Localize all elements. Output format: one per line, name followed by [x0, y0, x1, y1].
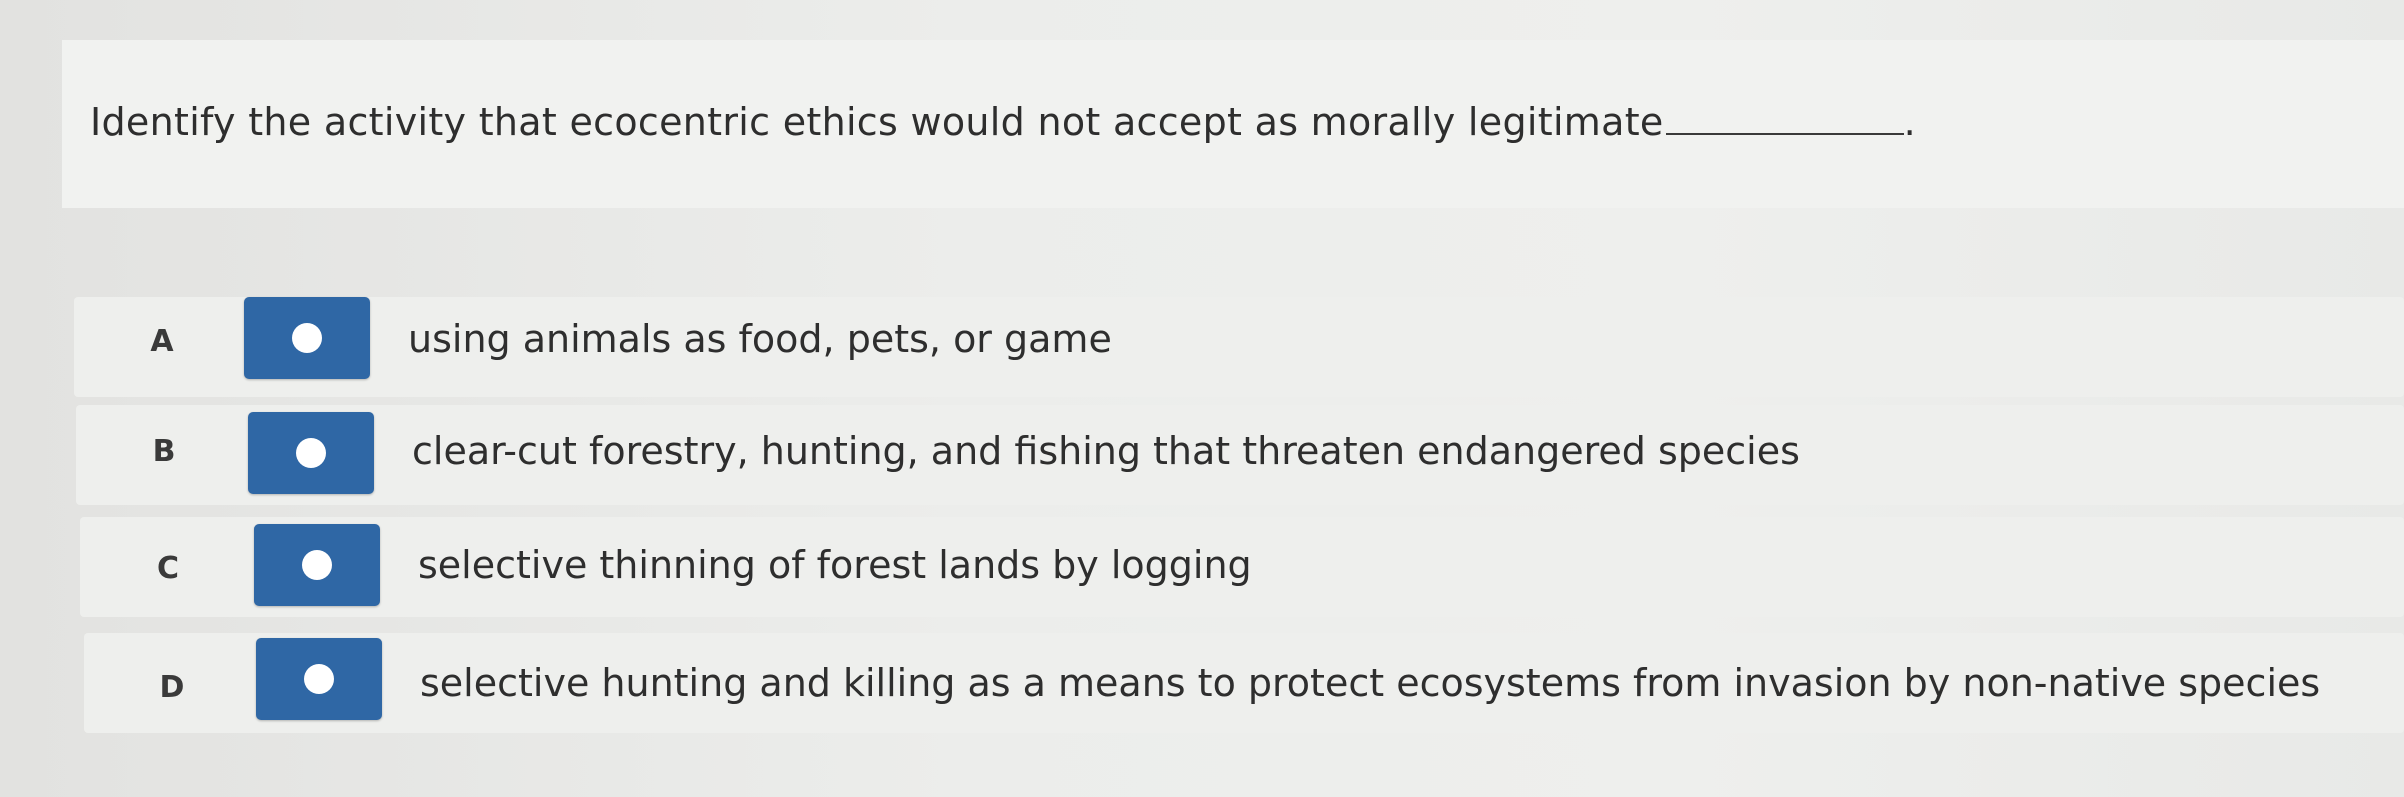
radio-circle-icon	[302, 550, 332, 580]
answer-option-b[interactable]: B clear-cut forestry, hunting, and fishi…	[76, 405, 2404, 505]
question-end-punctuation: .	[1903, 100, 1916, 144]
answer-letter: B	[152, 434, 176, 469]
answer-option-c[interactable]: C selective thinning of forest lands by …	[80, 517, 2404, 617]
answer-c-radio-button[interactable]	[254, 524, 380, 606]
answer-text: using animals as food, pets, or game	[408, 317, 1112, 361]
question-text: Identify the activity that ecocentric et…	[90, 100, 1664, 144]
quiz-page: Identify the activity that ecocentric et…	[0, 0, 2404, 797]
radio-circle-icon	[292, 323, 322, 353]
answer-option-d[interactable]: D selective hunting and killing as a mea…	[84, 633, 2404, 733]
answer-option-a[interactable]: A using animals as food, pets, or game	[74, 297, 2404, 397]
answer-text: selective hunting and killing as a means…	[420, 661, 2321, 705]
question-prompt: Identify the activity that ecocentric et…	[90, 100, 1916, 144]
answer-letter: A	[150, 324, 174, 359]
answer-letter: D	[159, 670, 185, 705]
answer-a-radio-button[interactable]	[244, 297, 370, 379]
radio-circle-icon	[296, 438, 326, 468]
question-panel: Identify the activity that ecocentric et…	[62, 40, 2404, 208]
answer-d-radio-button[interactable]	[256, 638, 382, 720]
answer-blank	[1665, 103, 1904, 135]
answer-letter: C	[156, 551, 180, 586]
answer-text: selective thinning of forest lands by lo…	[418, 543, 1252, 587]
answer-text: clear-cut forestry, hunting, and fishing…	[412, 429, 1800, 473]
answer-b-radio-button[interactable]	[248, 412, 374, 494]
radio-circle-icon	[304, 664, 334, 694]
